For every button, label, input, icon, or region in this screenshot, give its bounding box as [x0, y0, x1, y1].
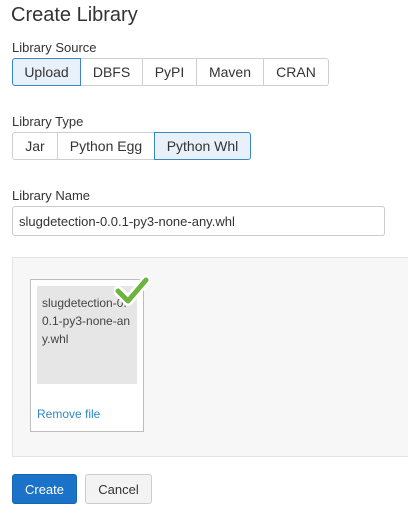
library-type-label: Library Type	[12, 114, 84, 129]
type-python-whl-button[interactable]: Python Whl	[154, 132, 251, 160]
library-source-group: Upload DBFS PyPI Maven CRAN	[12, 58, 329, 86]
library-name-label: Library Name	[12, 188, 91, 203]
library-source-label: Library Source	[12, 40, 97, 55]
library-name-input[interactable]: slugdetection-0.0.1-py3-none-any.whl	[12, 206, 385, 236]
source-maven-button[interactable]: Maven	[197, 58, 264, 86]
remove-file-link[interactable]: Remove file	[37, 407, 100, 421]
source-pypi-button[interactable]: PyPI	[143, 58, 197, 86]
source-cran-button[interactable]: CRAN	[264, 58, 329, 86]
library-type-group: Jar Python Egg Python Whl	[12, 132, 251, 160]
cancel-button[interactable]: Cancel	[85, 474, 152, 504]
create-button[interactable]: Create	[12, 474, 77, 504]
check-icon	[114, 275, 150, 306]
type-python-egg-button[interactable]: Python Egg	[58, 132, 155, 160]
dialog-title: Create Library	[11, 4, 138, 26]
source-dbfs-button[interactable]: DBFS	[81, 58, 143, 86]
source-upload-button[interactable]: Upload	[12, 58, 81, 86]
type-jar-button[interactable]: Jar	[12, 132, 58, 160]
